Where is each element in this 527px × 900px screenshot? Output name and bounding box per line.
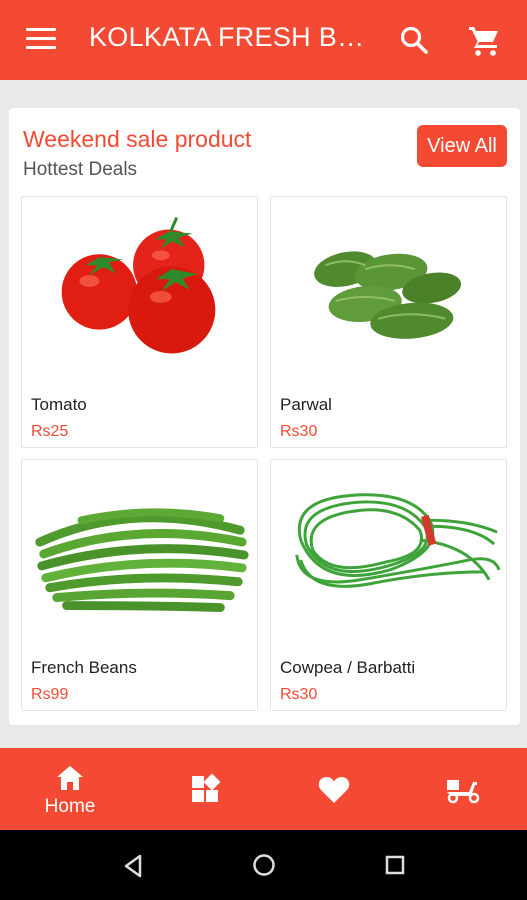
cart-icon[interactable] xyxy=(466,22,502,58)
nav-categories[interactable] xyxy=(150,748,260,830)
weekend-sale-card: Weekend sale product Hottest Deals View … xyxy=(9,108,520,725)
product-card-french-beans[interactable]: French Beans Rs99 xyxy=(21,459,258,711)
home-circle-icon[interactable] xyxy=(252,853,276,877)
nav-home[interactable]: Home xyxy=(15,748,125,830)
app-bar: KOLKATA FRESH BAZAR xyxy=(0,0,527,80)
delivery-scooter-icon xyxy=(447,780,480,804)
product-price: Rs99 xyxy=(31,686,69,703)
section-heading: Weekend sale product xyxy=(23,126,252,152)
search-icon[interactable] xyxy=(398,24,432,58)
cowpea-image xyxy=(295,493,501,588)
section-subheading: Hottest Deals xyxy=(23,159,138,180)
home-icon xyxy=(57,766,83,790)
product-name: Cowpea / Barbatti xyxy=(280,658,416,677)
product-card-parwal[interactable]: Parwal Rs30 xyxy=(270,196,507,448)
app-title: KOLKATA FRESH BAZAR xyxy=(89,22,369,52)
product-name: French Beans xyxy=(31,658,137,677)
french-beans-image xyxy=(35,508,249,612)
nav-wishlist[interactable] xyxy=(279,748,389,830)
nav-home-label: Home xyxy=(44,796,96,817)
system-navigation-bar xyxy=(0,830,527,900)
categories-icon xyxy=(192,774,220,802)
back-icon[interactable] xyxy=(122,854,144,878)
parwal-image xyxy=(314,251,462,339)
product-price: Rs30 xyxy=(280,686,318,703)
product-name: Tomato xyxy=(31,395,87,414)
product-name: Parwal xyxy=(280,395,332,414)
tomato-image xyxy=(61,217,216,354)
product-price: Rs30 xyxy=(280,423,318,440)
recents-icon[interactable] xyxy=(385,855,405,875)
product-card-cowpea[interactable]: Cowpea / Barbatti Rs30 xyxy=(270,459,507,711)
heart-icon xyxy=(318,777,350,803)
bottom-navigation: Home xyxy=(0,748,527,830)
hamburger-menu-icon[interactable] xyxy=(26,28,56,52)
nav-delivery[interactable] xyxy=(408,748,518,830)
view-all-button[interactable]: View All xyxy=(417,125,507,167)
product-card-tomato[interactable]: Tomato Rs25 xyxy=(21,196,258,448)
product-price: Rs25 xyxy=(31,423,69,440)
